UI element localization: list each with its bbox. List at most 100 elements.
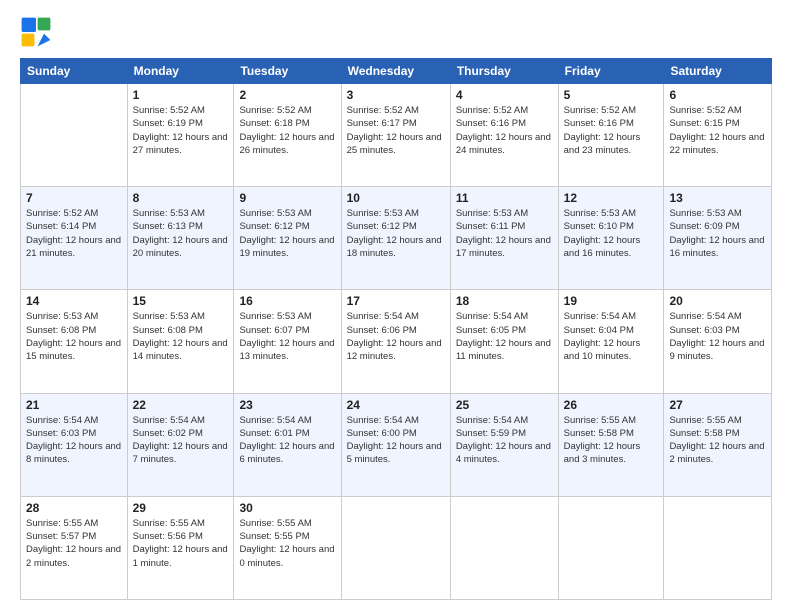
day-info: Sunrise: 5:52 AM Sunset: 6:17 PM Dayligh… (347, 104, 445, 157)
day-number: 3 (347, 88, 445, 102)
sunrise-text: Sunrise: 5:54 AM (564, 310, 659, 323)
daylight-text: Daylight: 12 hours and 19 minutes. (239, 234, 335, 261)
daylight-text: Daylight: 12 hours and 12 minutes. (347, 337, 445, 364)
calendar-table: SundayMondayTuesdayWednesdayThursdayFrid… (20, 58, 772, 600)
calendar-cell: 29 Sunrise: 5:55 AM Sunset: 5:56 PM Dayl… (127, 496, 234, 599)
day-info: Sunrise: 5:54 AM Sunset: 6:04 PM Dayligh… (564, 310, 659, 363)
sunrise-text: Sunrise: 5:52 AM (564, 104, 659, 117)
day-number: 22 (133, 398, 229, 412)
sunrise-text: Sunrise: 5:53 AM (669, 207, 766, 220)
sunset-text: Sunset: 6:10 PM (564, 220, 659, 233)
daylight-text: Daylight: 12 hours and 16 minutes. (564, 234, 659, 261)
sunset-text: Sunset: 5:56 PM (133, 530, 229, 543)
daylight-text: Daylight: 12 hours and 6 minutes. (239, 440, 335, 467)
calendar-cell: 4 Sunrise: 5:52 AM Sunset: 6:16 PM Dayli… (450, 84, 558, 187)
calendar-cell: 7 Sunrise: 5:52 AM Sunset: 6:14 PM Dayli… (21, 187, 128, 290)
day-number: 11 (456, 191, 553, 205)
sunrise-text: Sunrise: 5:53 AM (456, 207, 553, 220)
sunset-text: Sunset: 6:07 PM (239, 324, 335, 337)
day-info: Sunrise: 5:54 AM Sunset: 6:02 PM Dayligh… (133, 414, 229, 467)
sunrise-text: Sunrise: 5:55 AM (239, 517, 335, 530)
sunrise-text: Sunrise: 5:54 AM (456, 310, 553, 323)
day-info: Sunrise: 5:55 AM Sunset: 5:55 PM Dayligh… (239, 517, 335, 570)
calendar-cell: 18 Sunrise: 5:54 AM Sunset: 6:05 PM Dayl… (450, 290, 558, 393)
day-number: 21 (26, 398, 122, 412)
day-number: 24 (347, 398, 445, 412)
calendar-cell: 6 Sunrise: 5:52 AM Sunset: 6:15 PM Dayli… (664, 84, 772, 187)
day-number: 20 (669, 294, 766, 308)
daylight-text: Daylight: 12 hours and 4 minutes. (456, 440, 553, 467)
logo-icon (20, 16, 52, 48)
sunset-text: Sunset: 6:18 PM (239, 117, 335, 130)
daylight-text: Daylight: 12 hours and 15 minutes. (26, 337, 122, 364)
sunset-text: Sunset: 5:59 PM (456, 427, 553, 440)
daylight-text: Daylight: 12 hours and 0 minutes. (239, 543, 335, 570)
sunrise-text: Sunrise: 5:55 AM (133, 517, 229, 530)
day-info: Sunrise: 5:53 AM Sunset: 6:07 PM Dayligh… (239, 310, 335, 363)
daylight-text: Daylight: 12 hours and 11 minutes. (456, 337, 553, 364)
sunrise-text: Sunrise: 5:53 AM (564, 207, 659, 220)
sunset-text: Sunset: 6:06 PM (347, 324, 445, 337)
calendar-cell: 19 Sunrise: 5:54 AM Sunset: 6:04 PM Dayl… (558, 290, 664, 393)
calendar-header-row: SundayMondayTuesdayWednesdayThursdayFrid… (21, 59, 772, 84)
sunrise-text: Sunrise: 5:52 AM (347, 104, 445, 117)
sunrise-text: Sunrise: 5:52 AM (133, 104, 229, 117)
calendar-cell: 1 Sunrise: 5:52 AM Sunset: 6:19 PM Dayli… (127, 84, 234, 187)
day-number: 1 (133, 88, 229, 102)
sunrise-text: Sunrise: 5:55 AM (26, 517, 122, 530)
sunrise-text: Sunrise: 5:53 AM (26, 310, 122, 323)
daylight-text: Daylight: 12 hours and 8 minutes. (26, 440, 122, 467)
calendar-cell: 24 Sunrise: 5:54 AM Sunset: 6:00 PM Dayl… (341, 393, 450, 496)
day-info: Sunrise: 5:53 AM Sunset: 6:09 PM Dayligh… (669, 207, 766, 260)
calendar-week-2: 14 Sunrise: 5:53 AM Sunset: 6:08 PM Dayl… (21, 290, 772, 393)
daylight-text: Daylight: 12 hours and 27 minutes. (133, 131, 229, 158)
sunrise-text: Sunrise: 5:55 AM (564, 414, 659, 427)
day-info: Sunrise: 5:55 AM Sunset: 5:58 PM Dayligh… (669, 414, 766, 467)
day-info: Sunrise: 5:55 AM Sunset: 5:58 PM Dayligh… (564, 414, 659, 467)
day-number: 6 (669, 88, 766, 102)
day-info: Sunrise: 5:53 AM Sunset: 6:10 PM Dayligh… (564, 207, 659, 260)
calendar-cell: 15 Sunrise: 5:53 AM Sunset: 6:08 PM Dayl… (127, 290, 234, 393)
day-info: Sunrise: 5:54 AM Sunset: 6:00 PM Dayligh… (347, 414, 445, 467)
sunrise-text: Sunrise: 5:53 AM (133, 207, 229, 220)
daylight-text: Daylight: 12 hours and 16 minutes. (669, 234, 766, 261)
daylight-text: Daylight: 12 hours and 26 minutes. (239, 131, 335, 158)
col-header-tuesday: Tuesday (234, 59, 341, 84)
sunset-text: Sunset: 6:16 PM (564, 117, 659, 130)
calendar-cell: 12 Sunrise: 5:53 AM Sunset: 6:10 PM Dayl… (558, 187, 664, 290)
day-info: Sunrise: 5:52 AM Sunset: 6:18 PM Dayligh… (239, 104, 335, 157)
sunset-text: Sunset: 6:04 PM (564, 324, 659, 337)
day-number: 2 (239, 88, 335, 102)
calendar-cell: 20 Sunrise: 5:54 AM Sunset: 6:03 PM Dayl… (664, 290, 772, 393)
day-number: 16 (239, 294, 335, 308)
day-number: 12 (564, 191, 659, 205)
sunrise-text: Sunrise: 5:54 AM (239, 414, 335, 427)
daylight-text: Daylight: 12 hours and 7 minutes. (133, 440, 229, 467)
calendar-cell: 30 Sunrise: 5:55 AM Sunset: 5:55 PM Dayl… (234, 496, 341, 599)
calendar-cell: 9 Sunrise: 5:53 AM Sunset: 6:12 PM Dayli… (234, 187, 341, 290)
day-info: Sunrise: 5:53 AM Sunset: 6:11 PM Dayligh… (456, 207, 553, 260)
sunset-text: Sunset: 5:55 PM (239, 530, 335, 543)
sunset-text: Sunset: 6:01 PM (239, 427, 335, 440)
day-number: 18 (456, 294, 553, 308)
calendar-cell (21, 84, 128, 187)
daylight-text: Daylight: 12 hours and 2 minutes. (26, 543, 122, 570)
sunrise-text: Sunrise: 5:54 AM (133, 414, 229, 427)
sunrise-text: Sunrise: 5:52 AM (456, 104, 553, 117)
calendar-cell: 22 Sunrise: 5:54 AM Sunset: 6:02 PM Dayl… (127, 393, 234, 496)
day-info: Sunrise: 5:52 AM Sunset: 6:16 PM Dayligh… (564, 104, 659, 157)
col-header-wednesday: Wednesday (341, 59, 450, 84)
sunset-text: Sunset: 6:15 PM (669, 117, 766, 130)
day-info: Sunrise: 5:54 AM Sunset: 6:06 PM Dayligh… (347, 310, 445, 363)
sunset-text: Sunset: 6:14 PM (26, 220, 122, 233)
day-info: Sunrise: 5:53 AM Sunset: 6:12 PM Dayligh… (239, 207, 335, 260)
sunrise-text: Sunrise: 5:54 AM (456, 414, 553, 427)
day-info: Sunrise: 5:54 AM Sunset: 6:03 PM Dayligh… (26, 414, 122, 467)
calendar-cell: 8 Sunrise: 5:53 AM Sunset: 6:13 PM Dayli… (127, 187, 234, 290)
col-header-sunday: Sunday (21, 59, 128, 84)
sunset-text: Sunset: 6:17 PM (347, 117, 445, 130)
sunrise-text: Sunrise: 5:53 AM (239, 310, 335, 323)
day-info: Sunrise: 5:55 AM Sunset: 5:57 PM Dayligh… (26, 517, 122, 570)
day-number: 7 (26, 191, 122, 205)
day-number: 30 (239, 501, 335, 515)
